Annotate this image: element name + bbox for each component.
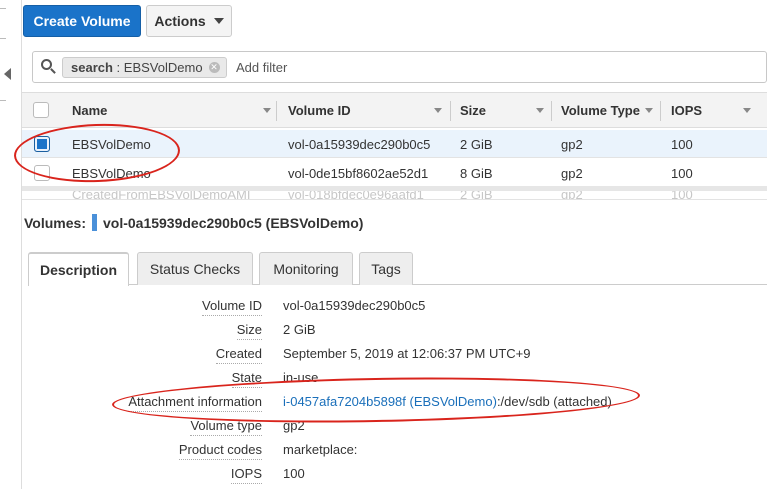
tab-label: Status Checks	[149, 261, 241, 277]
main-content: Create Volume Actions search : EBSVolDem…	[13, 0, 767, 489]
column-label: IOPS	[671, 103, 703, 118]
column-label: Name	[72, 103, 108, 118]
divider	[0, 38, 6, 39]
tab-label: Description	[39, 262, 117, 278]
cell-iops: 100	[671, 165, 693, 181]
cell-size: 2 GiB	[460, 136, 493, 152]
row-checkbox[interactable]	[34, 136, 50, 152]
sort-caret-icon[interactable]	[743, 108, 751, 113]
create-volume-label: Create Volume	[33, 13, 131, 29]
cell-volume-id: vol-0a15939dec290b0c5	[288, 136, 431, 152]
tab-tags[interactable]: Tags	[359, 252, 413, 285]
detail-row-volume-type: Volume type gp2	[22, 414, 767, 438]
column-label: Volume ID	[288, 103, 351, 118]
collapse-panel-icon[interactable]	[4, 68, 11, 80]
filter-token[interactable]: search : EBSVolDemo ✕	[62, 57, 227, 78]
detail-label: Volume ID	[202, 298, 262, 316]
toolbar: Create Volume Actions	[22, 0, 767, 44]
selection-marker	[91, 214, 97, 231]
sort-caret-icon[interactable]	[645, 108, 653, 113]
filter-search-bar[interactable]: search : EBSVolDemo ✕ Add filter	[32, 51, 767, 83]
detail-value: in-use	[283, 370, 319, 385]
detail-label: State	[231, 370, 262, 388]
tab-status-checks[interactable]: Status Checks	[137, 252, 253, 285]
actions-dropdown-button[interactable]: Actions	[146, 5, 232, 37]
detail-value: 100	[283, 466, 305, 481]
column-header-name[interactable]: Name	[72, 93, 280, 128]
selected-volume-title: vol-0a15939dec290b0c5 (EBSVolDemo)	[102, 214, 364, 231]
selected-volume-heading: Volumes: vol-0a15939dec290b0c5 (EBSVolDe…	[24, 214, 363, 231]
column-separator	[660, 101, 661, 121]
detail-label: Volume type	[190, 418, 262, 436]
add-filter-placeholder[interactable]: Add filter	[236, 60, 287, 75]
column-header-iops[interactable]: IOPS	[671, 93, 766, 128]
search-icon	[41, 59, 56, 74]
column-label: Size	[460, 103, 487, 118]
detail-value: 2 GiB	[283, 322, 316, 337]
description-panel: Volume ID vol-0a15939dec290b0c5 Size 2 G…	[22, 290, 767, 489]
detail-value: marketplace:	[283, 442, 358, 457]
column-header-volume-type[interactable]: Volume Type	[561, 93, 661, 128]
detail-value: September 5, 2019 at 12:06:37 PM UTC+9	[283, 346, 531, 361]
sort-caret-icon[interactable]	[263, 108, 271, 113]
filter-token-key: search	[71, 60, 113, 75]
detail-row-volume-id: Volume ID vol-0a15939dec290b0c5	[22, 294, 767, 318]
detail-row-state: State in-use	[22, 366, 767, 390]
cell-volume-type: gp2	[561, 165, 583, 181]
detail-tabs: Description Status Checks Monitoring Tag…	[28, 252, 767, 286]
left-panel-strip	[0, 0, 22, 489]
divider	[0, 100, 6, 101]
tab-monitoring[interactable]: Monitoring	[259, 252, 353, 285]
chevron-down-icon	[213, 18, 224, 24]
column-header-size[interactable]: Size	[460, 93, 553, 128]
cell-name: EBSVolDemo	[72, 165, 151, 181]
cell-iops: 100	[671, 136, 693, 152]
detail-row-attachment: Attachment information i-0457afa7204b589…	[22, 390, 767, 414]
divider	[0, 8, 6, 9]
detail-label: Size	[236, 322, 262, 340]
cell-volume-id: vol-0de15bf8602ae52d1	[288, 165, 429, 181]
detail-value: vol-0a15939dec290b0c5	[283, 298, 426, 313]
column-header-volume-id[interactable]: Volume ID	[288, 93, 451, 128]
filter-token-value: EBSVolDemo	[123, 60, 203, 75]
table-row[interactable]: EBSVolDemo vol-0a15939dec290b0c5 2 GiB g…	[22, 130, 767, 158]
detail-value: gp2	[283, 418, 305, 433]
cell-name: EBSVolDemo	[72, 136, 151, 152]
tab-label: Monitoring	[273, 261, 339, 277]
detail-label: Created	[215, 346, 262, 364]
remove-filter-icon[interactable]: ✕	[208, 62, 220, 73]
instance-link[interactable]: i-0457afa7204b5898f (EBSVolDemo)	[283, 394, 497, 409]
select-all-checkbox[interactable]	[33, 102, 49, 118]
create-volume-button[interactable]: Create Volume	[23, 5, 141, 37]
actions-label: Actions	[154, 13, 206, 29]
detail-row-created: Created September 5, 2019 at 12:06:37 PM…	[22, 342, 767, 366]
column-separator	[551, 101, 552, 121]
volumes-prefix: Volumes:	[24, 214, 86, 231]
column-separator	[450, 101, 451, 121]
detail-label: Product codes	[178, 442, 262, 460]
sort-caret-icon[interactable]	[536, 108, 544, 113]
filter-token-separator: :	[116, 60, 121, 75]
row-checkbox[interactable]	[34, 165, 50, 181]
tab-description[interactable]: Description	[28, 252, 129, 286]
table-row[interactable]: EBSVolDemo vol-0de15bf8602ae52d1 8 GiB g…	[22, 159, 767, 187]
detail-label: IOPS	[230, 466, 262, 484]
sort-caret-icon[interactable]	[434, 108, 442, 113]
detail-row-iops: IOPS 100	[22, 462, 767, 486]
detail-row-size: Size 2 GiB	[22, 318, 767, 342]
cell-size: 8 GiB	[460, 165, 493, 181]
detail-value: i-0457afa7204b5898f (EBSVolDemo):/dev/sd…	[283, 394, 612, 409]
column-label: Volume Type	[561, 103, 640, 118]
attachment-device: :/dev/sdb (attached)	[496, 394, 612, 409]
tab-label: Tags	[371, 261, 401, 277]
table-resize-divider[interactable]	[22, 186, 767, 191]
cell-volume-type: gp2	[561, 136, 583, 152]
detail-row-product-codes: Product codes marketplace:	[22, 438, 767, 462]
column-separator	[276, 101, 277, 121]
detail-label: Attachment information	[128, 394, 262, 412]
table-header: Name Volume ID Size Volume Type IOPS	[22, 92, 767, 128]
